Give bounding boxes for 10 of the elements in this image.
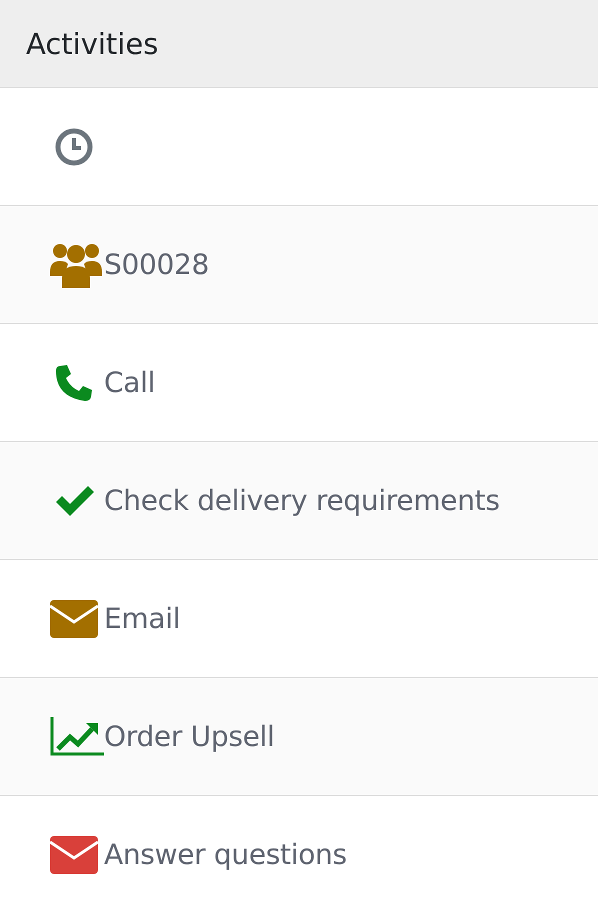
activity-label: Email	[104, 602, 180, 635]
activity-label: Call	[104, 366, 156, 399]
activity-row[interactable]: S00028	[0, 206, 598, 324]
activity-label: Order Upsell	[104, 720, 275, 753]
panel-title: Activities	[26, 26, 158, 60]
activity-row[interactable]: Order Upsell	[0, 678, 598, 796]
activity-row[interactable]: Check delivery requirements	[0, 442, 598, 560]
activity-label: Check delivery requirements	[104, 484, 500, 517]
activity-label: S00028	[104, 248, 210, 281]
activity-label: Answer questions	[104, 838, 347, 871]
